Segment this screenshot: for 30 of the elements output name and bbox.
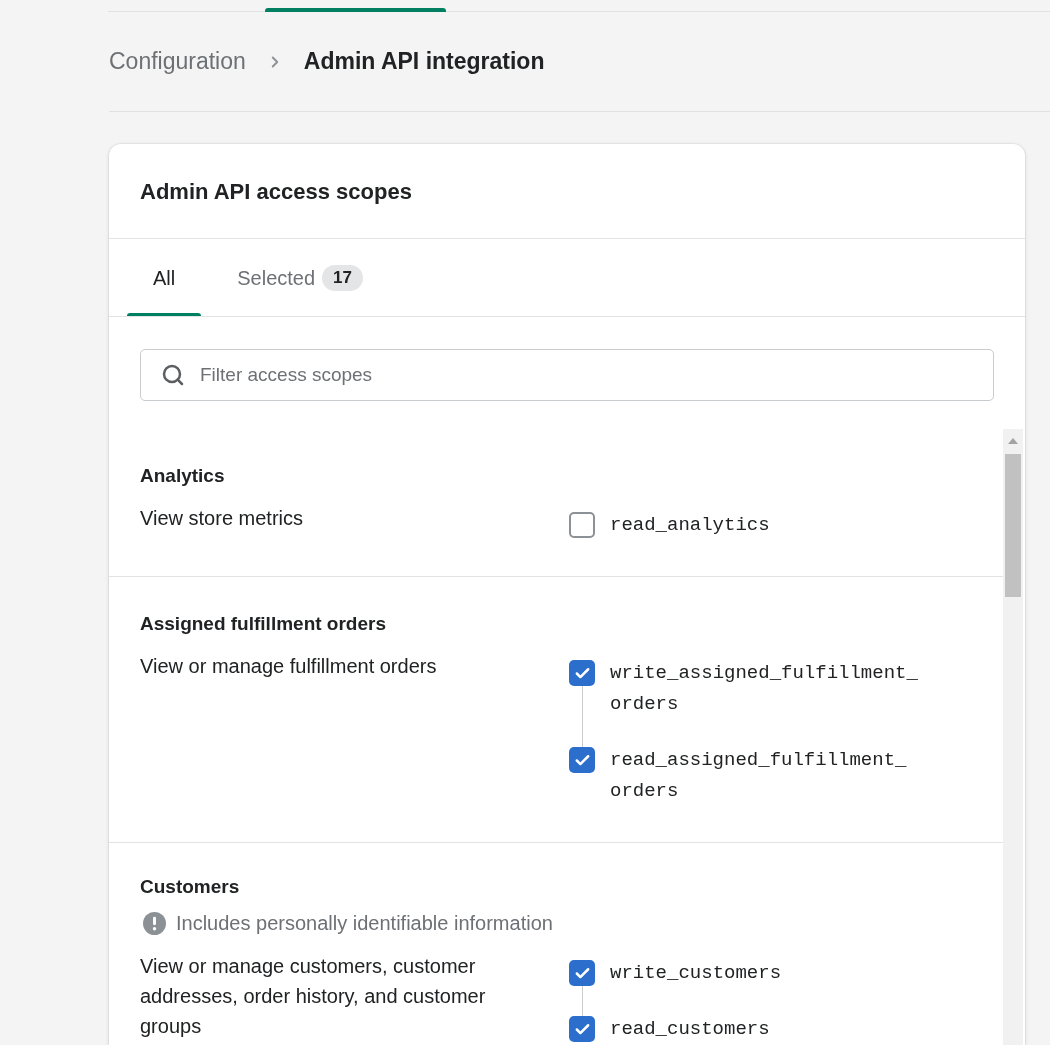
section-description: View store metrics [140,506,303,531]
section-description: View or manage fulfillment orders [140,654,437,679]
scope-name: read_assigned_fulfillment_orders [610,748,908,804]
search-icon [161,363,185,387]
count-badge: 17 [322,264,363,291]
scrollbar[interactable] [1003,429,1023,1045]
tab[interactable]: Selected 17 [211,239,389,316]
section-title: Assigned fulfillment orders [140,612,386,636]
scrollbar-thumb[interactable] [1005,454,1021,597]
connector-line [582,686,583,747]
scope-name: write_customers [610,961,782,986]
checkbox[interactable] [569,660,595,686]
checkbox[interactable] [569,512,595,538]
scope-name: read_analytics [610,513,770,538]
card-title: Admin API access scopes [140,177,412,206]
checkbox[interactable] [569,747,595,773]
scope-name: read_customers [610,1017,770,1042]
section-description: View or manage customers, customer addresses, order history, and customer groups [140,954,487,1039]
notice-text: Includes personally identifiable information [176,911,553,936]
breadcrumb-current: Admin API integration [303,47,545,77]
connector-line [582,986,583,1016]
search-field[interactable]: Filter access scopes [140,349,994,401]
section-title: Customers [140,875,240,899]
breadcrumb-link[interactable]: Configuration [109,44,246,79]
warning-icon [143,911,166,935]
checkbox[interactable] [569,1016,595,1042]
section-title: Analytics [140,464,225,488]
checkbox[interactable] [569,960,595,986]
tab[interactable]: All [127,239,202,316]
scope-name: write_assigned_fulfillment_orders [610,661,919,717]
